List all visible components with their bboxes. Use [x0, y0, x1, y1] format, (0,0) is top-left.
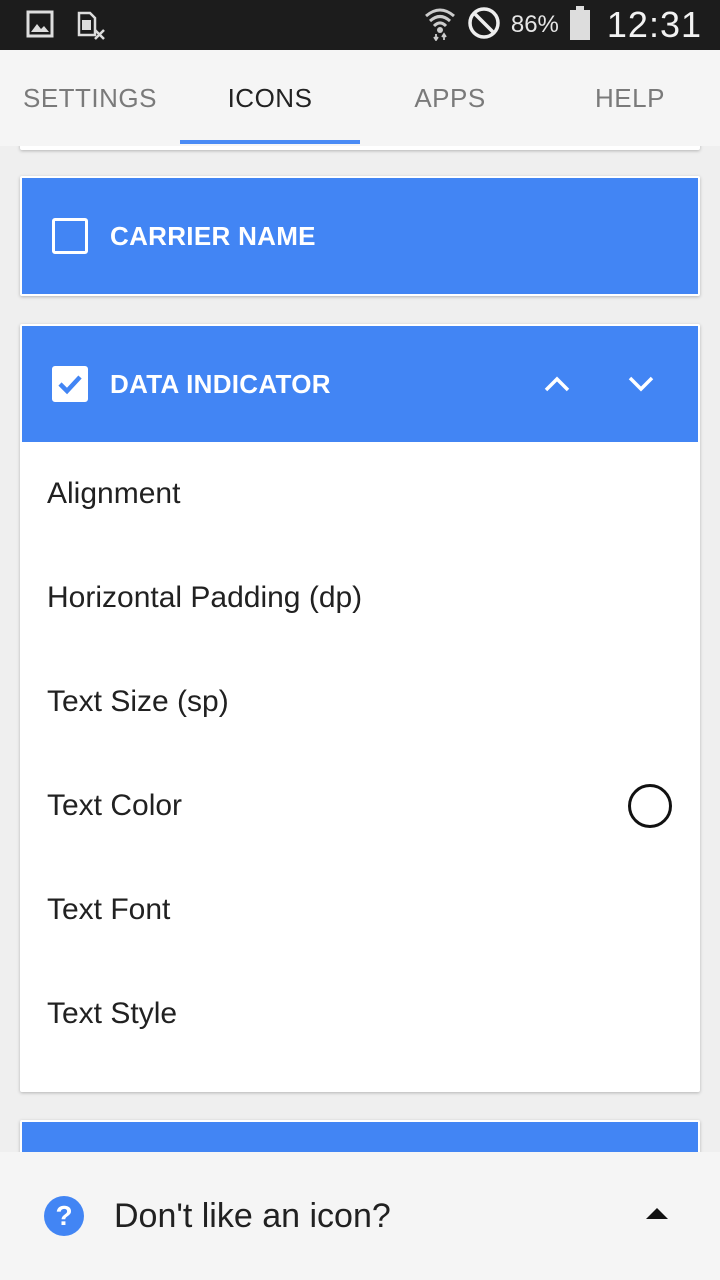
chevron-down-icon [628, 376, 654, 392]
clock: 12:31 [606, 4, 702, 45]
move-up-button[interactable] [540, 367, 574, 401]
tab-settings[interactable]: SETTINGS [0, 50, 180, 146]
bottom-sheet-title: Don't like an icon? [114, 1196, 391, 1235]
move-down-button[interactable] [624, 367, 658, 401]
next-card [20, 1120, 700, 1152]
data-indicator-options: Alignment Horizontal Padding (dp) Text S… [20, 442, 700, 1066]
previous-card [20, 146, 700, 150]
option-label: Text Style [47, 997, 178, 1030]
tab-bar: SETTINGS ICONS APPS HELP [0, 50, 720, 146]
carrier-name-checkbox[interactable] [52, 218, 88, 254]
check-icon [58, 375, 82, 395]
option-text-size[interactable]: Text Size (sp) [20, 650, 700, 754]
icons-list[interactable]: CARRIER NAME DATA INDICATOR Alignment Ho… [0, 146, 720, 1152]
option-label: Horizontal Padding (dp) [47, 581, 363, 614]
do-not-disturb-icon [467, 6, 501, 45]
carrier-name-header[interactable]: CARRIER NAME [22, 178, 698, 294]
option-text-color[interactable]: Text Color [20, 754, 700, 858]
gallery-icon [26, 10, 54, 47]
option-alignment[interactable]: Alignment [20, 442, 700, 546]
status-bar: 86% 12:31 [0, 0, 720, 50]
chevron-up-icon [544, 376, 570, 392]
sim-blocked-icon [76, 10, 108, 47]
carrier-name-label: CARRIER NAME [110, 220, 316, 251]
option-label: Text Font [47, 893, 171, 926]
expand-up-icon[interactable] [646, 1208, 668, 1219]
tab-help[interactable]: HELP [540, 50, 720, 146]
option-label: Text Size (sp) [47, 685, 229, 718]
option-label: Alignment [47, 477, 181, 510]
next-card-header[interactable] [22, 1122, 698, 1152]
tab-icons[interactable]: ICONS [180, 50, 360, 146]
help-icon: ? [44, 1196, 84, 1236]
option-text-font[interactable]: Text Font [20, 858, 700, 962]
data-indicator-label: DATA INDICATOR [110, 368, 331, 399]
battery-percent: 86% [510, 11, 559, 38]
carrier-name-card: CARRIER NAME [20, 176, 700, 296]
wifi-icon [423, 5, 457, 46]
tab-apps[interactable]: APPS [360, 50, 540, 146]
data-indicator-checkbox[interactable] [52, 366, 88, 402]
color-swatch[interactable] [628, 784, 672, 828]
data-indicator-card: DATA INDICATOR Alignment Horizontal Padd… [20, 324, 700, 1092]
battery-icon [569, 5, 591, 45]
data-indicator-header[interactable]: DATA INDICATOR [22, 326, 698, 442]
option-text-style[interactable]: Text Style [20, 962, 700, 1066]
bottom-sheet-bar[interactable]: ? Don't like an icon? [0, 1152, 720, 1280]
option-label: Text Color [47, 789, 183, 822]
option-horizontal-padding[interactable]: Horizontal Padding (dp) [20, 546, 700, 650]
